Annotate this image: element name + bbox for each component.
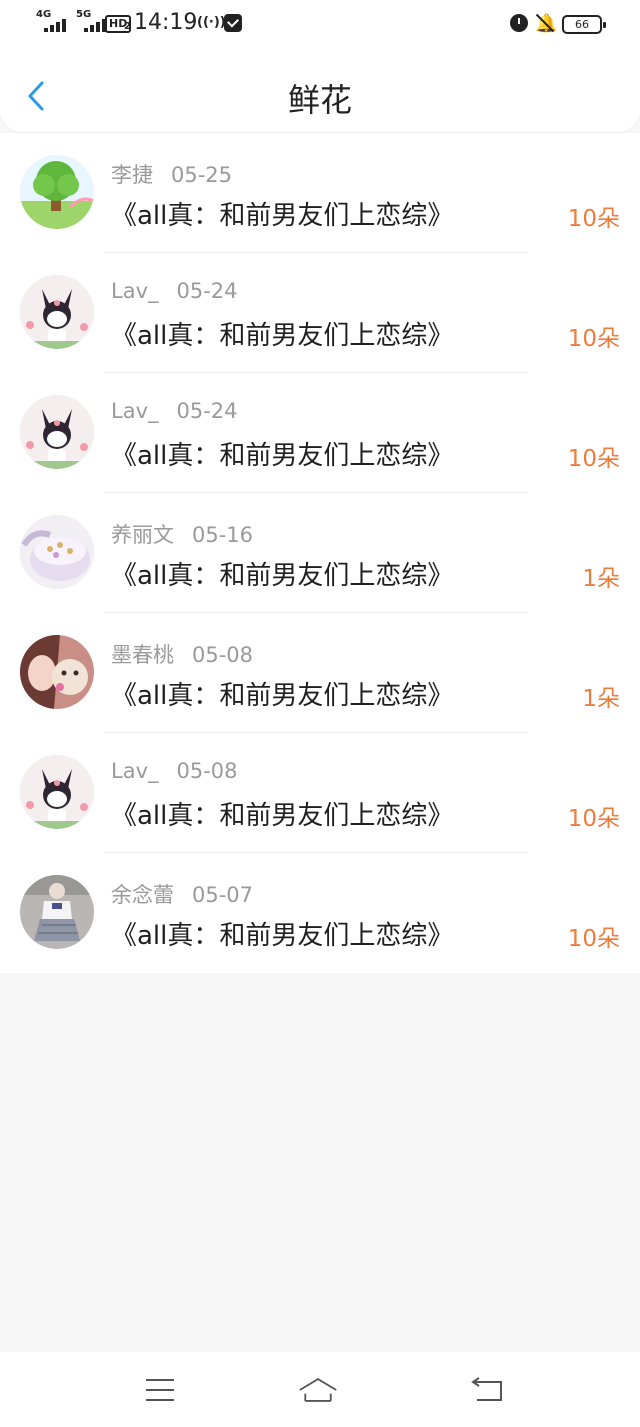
menu-icon [146, 1379, 174, 1401]
date: 05-07 [192, 883, 254, 907]
date: 05-08 [192, 643, 254, 667]
battery-level: 66 [575, 18, 589, 31]
flower-count: 10朵 [567, 446, 620, 472]
record-meta: Lav_ 05-24 [111, 279, 238, 303]
date: 05-08 [176, 759, 238, 783]
book-title: 《all真：和前男友们上恋综》 [111, 681, 454, 711]
flower-count: 1朵 [582, 566, 620, 592]
record-meta: 李捷 05-25 [111, 159, 232, 189]
avatar[interactable] [20, 875, 94, 949]
alarm-icon [510, 14, 528, 32]
home-button[interactable] [298, 1370, 338, 1410]
signal-4g-icon: 4G [36, 10, 70, 32]
username: 养丽文 [111, 523, 174, 547]
list-item[interactable]: Lav_ 05-24 《all真：和前男友们上恋综》 10朵 [0, 373, 640, 493]
date: 05-25 [171, 163, 233, 187]
avatar[interactable] [20, 155, 94, 229]
username: Lav_ [111, 279, 159, 303]
flower-count: 10朵 [567, 326, 620, 352]
message-icon [224, 14, 242, 32]
clock: 14:19 [134, 10, 198, 35]
list-item[interactable]: 李捷 05-25 《all真：和前男友们上恋综》 10朵 [0, 133, 640, 253]
list-item[interactable]: Lav_ 05-24 《all真：和前男友们上恋综》 10朵 [0, 253, 640, 373]
list-item[interactable]: 余念蕾 05-07 《all真：和前男友们上恋综》 10朵 [0, 853, 640, 973]
back-icon [471, 1377, 502, 1401]
flower-count: 10朵 [567, 206, 620, 232]
flower-count: 1朵 [582, 686, 620, 712]
avatar[interactable] [20, 515, 94, 589]
list-item[interactable]: 墨春桃 05-08 《all真：和前男友们上恋综》 1朵 [0, 613, 640, 733]
username: 李捷 [111, 163, 153, 187]
book-title: 《all真：和前男友们上恋综》 [111, 561, 454, 591]
username: 余念蕾 [111, 883, 174, 907]
hd-voice-sub: 2 [124, 21, 131, 32]
mute-bell-icon: 🔔 [535, 13, 558, 34]
flower-count: 10朵 [567, 806, 620, 832]
record-meta: Lav_ 05-08 [111, 759, 238, 783]
home-icon [299, 1378, 337, 1402]
date: 05-16 [192, 523, 254, 547]
network-indicators: 4G 5G [36, 10, 110, 32]
flower-count: 10朵 [567, 926, 620, 952]
record-meta: 养丽文 05-16 [111, 519, 253, 549]
page-title: 鲜花 [287, 81, 352, 119]
flower-record-list: 李捷 05-25 《all真：和前男友们上恋综》 10朵 Lav_ 05-24 《a… [0, 133, 640, 973]
username: Lav_ [111, 399, 159, 423]
date: 05-24 [176, 399, 238, 423]
header-bar: 4G 5G HD 2 14:19 ((·)) 🔔 66 鲜花 [0, 0, 640, 132]
book-title: 《all真：和前男友们上恋综》 [111, 201, 454, 231]
avatar[interactable] [20, 755, 94, 829]
list-item[interactable]: 养丽文 05-16 《all真：和前男友们上恋综》 1朵 [0, 493, 640, 613]
username: 墨春桃 [111, 643, 174, 667]
back-nav-button[interactable] [466, 1370, 506, 1410]
system-nav-bar [0, 1352, 640, 1427]
hotspot-icon: ((·)) [197, 15, 226, 30]
status-bar: 4G 5G HD 2 14:19 ((·)) 🔔 66 [0, 0, 640, 50]
avatar[interactable] [20, 395, 94, 469]
menu-button[interactable] [140, 1370, 180, 1410]
avatar[interactable] [20, 275, 94, 349]
battery-indicator: 66 [562, 15, 606, 34]
username: Lav_ [111, 759, 159, 783]
book-title: 《all真：和前男友们上恋综》 [111, 801, 454, 831]
book-title: 《all真：和前男友们上恋综》 [111, 921, 454, 951]
avatar[interactable] [20, 635, 94, 709]
book-title: 《all真：和前男友们上恋综》 [111, 441, 454, 471]
record-meta: 余念蕾 05-07 [111, 879, 253, 909]
record-meta: Lav_ 05-24 [111, 399, 238, 423]
list-item[interactable]: Lav_ 05-08 《all真：和前男友们上恋综》 10朵 [0, 733, 640, 853]
book-title: 《all真：和前男友们上恋综》 [111, 321, 454, 351]
record-meta: 墨春桃 05-08 [111, 639, 253, 669]
date: 05-24 [176, 279, 238, 303]
